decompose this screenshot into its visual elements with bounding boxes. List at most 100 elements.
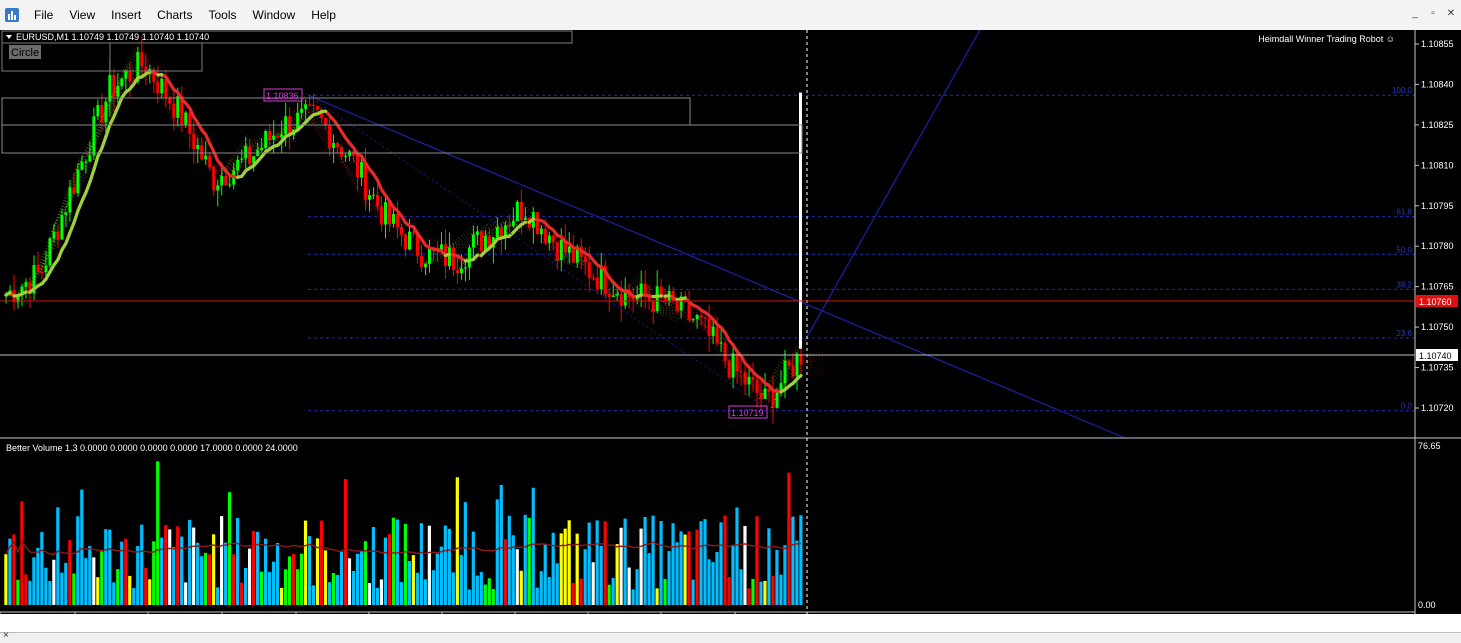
candle-body	[660, 286, 663, 294]
fan-line	[651, 311, 679, 323]
trendline-dashed	[308, 95, 770, 410]
close-icon[interactable]: ✕	[1445, 8, 1457, 19]
menu-charts[interactable]: Charts	[149, 5, 200, 25]
volume-bar	[552, 533, 555, 605]
candle-body	[212, 167, 215, 191]
volume-bar	[428, 526, 431, 605]
candle-body	[312, 105, 315, 106]
candle-body	[704, 317, 707, 318]
restore-icon[interactable]: ▫	[1427, 8, 1439, 19]
volume-bar	[456, 477, 459, 605]
candle-body	[772, 392, 775, 408]
fan-line	[447, 243, 475, 248]
symbol-info: EURUSD,M1 1.10749 1.10749 1.10740 1.1074…	[16, 32, 209, 42]
candle-body	[400, 227, 403, 235]
volume-bar	[424, 579, 427, 605]
candle-body	[248, 146, 251, 163]
volume-bar	[671, 523, 674, 605]
volume-bar	[508, 516, 511, 605]
fan-line	[447, 239, 475, 248]
menu-insert[interactable]: Insert	[103, 5, 149, 25]
app-icon	[4, 7, 20, 23]
fib-level-label: 61.8	[1396, 208, 1412, 217]
volume-bar	[767, 528, 770, 605]
candle-body	[616, 294, 619, 295]
volume-bar	[580, 579, 583, 605]
candle-body	[332, 143, 335, 148]
fan-line	[340, 157, 368, 208]
fan-line	[651, 306, 679, 310]
volume-bar	[344, 479, 347, 605]
volume-bar	[76, 516, 79, 605]
candle-body	[368, 195, 371, 200]
volume-bar	[348, 558, 351, 605]
volume-bar	[56, 507, 59, 605]
menu-file[interactable]: File	[26, 5, 61, 25]
volume-bar	[248, 549, 251, 605]
volume-bar	[759, 582, 762, 605]
volume-bar	[288, 556, 291, 605]
menu-view[interactable]: View	[61, 5, 103, 25]
candle-body	[588, 262, 591, 277]
candle-body	[480, 231, 483, 250]
volume-bar	[304, 521, 307, 605]
candle-body	[800, 354, 803, 365]
candle-body	[596, 277, 599, 289]
candle-body	[760, 393, 763, 399]
close-panel-icon[interactable]: ×	[3, 630, 9, 641]
volume-bar	[612, 578, 615, 605]
candle-body	[44, 265, 47, 272]
candle-body	[748, 377, 751, 385]
candle-body	[76, 170, 79, 193]
volume-bar	[228, 492, 231, 605]
moving-average-green	[86, 182, 90, 193]
candle-body	[376, 195, 379, 207]
fan-line	[447, 235, 475, 248]
volume-bar	[52, 560, 55, 605]
candle-body	[192, 134, 195, 149]
volume-bar	[108, 530, 111, 605]
minimize-icon[interactable]: _	[1409, 8, 1421, 19]
fan-line	[280, 100, 308, 134]
candle-body	[752, 377, 755, 380]
volume-bar	[791, 517, 794, 605]
volume-bar	[308, 536, 311, 605]
candle-body	[476, 231, 479, 235]
candle-body	[104, 101, 107, 122]
candle-body	[692, 319, 695, 320]
candle-body	[200, 145, 203, 159]
volume-bar	[432, 570, 435, 605]
menu-tools[interactable]: Tools	[201, 5, 245, 25]
volume-bar	[396, 519, 399, 605]
menu-bar: File View Insert Charts Tools Window Hel…	[0, 0, 1461, 30]
candle-body	[188, 113, 191, 134]
candle-body	[96, 105, 99, 116]
chevron-down-icon[interactable]	[6, 35, 12, 39]
menu-window[interactable]: Window	[245, 5, 304, 25]
chart-canvas[interactable]: 100.061.850.038.223.60.0 EURUSD,M1 1.107…	[0, 30, 1461, 614]
volume-bar	[28, 581, 31, 605]
candle-body	[372, 195, 375, 196]
volume-bar	[80, 490, 83, 605]
candle-body	[732, 353, 735, 377]
candle-body	[280, 134, 283, 137]
fan-line	[136, 52, 164, 67]
volume-bar	[408, 561, 411, 605]
volume-bar	[620, 528, 623, 605]
volume-bar	[520, 571, 523, 605]
volume-bar	[528, 518, 531, 605]
volume-bar	[540, 571, 543, 605]
candle-body	[348, 151, 351, 155]
volume-bar	[731, 545, 734, 605]
menu-help[interactable]: Help	[303, 5, 344, 25]
candle-body	[552, 236, 555, 243]
volume-bar	[548, 577, 551, 605]
chart-area[interactable]: 100.061.850.038.223.60.0 EURUSD,M1 1.107…	[0, 30, 1461, 614]
volume-bar	[180, 537, 183, 605]
candle-body	[344, 156, 347, 157]
volume-bar	[196, 543, 199, 605]
candle-body	[56, 232, 59, 240]
candle-body	[36, 265, 39, 272]
candle-body	[592, 277, 595, 278]
candle-body	[60, 215, 63, 240]
